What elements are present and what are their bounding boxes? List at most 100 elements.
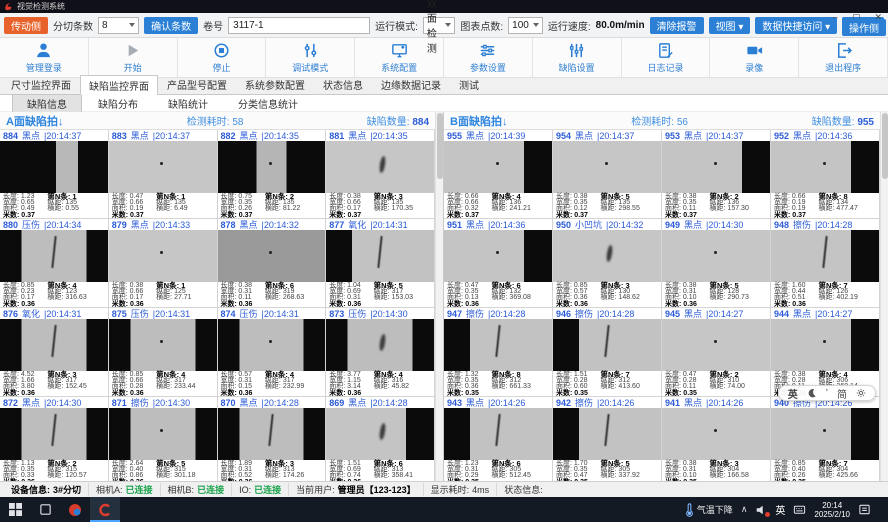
defect-image[interactable] xyxy=(553,141,661,193)
subtab-defect-info[interactable]: 缺陷信息 xyxy=(12,94,82,113)
defect-image[interactable] xyxy=(771,141,879,193)
defect-image[interactable] xyxy=(662,141,770,193)
defect-image[interactable] xyxy=(326,408,434,460)
defect-cell[interactable]: 950 小凹坑 |20:14:32 长度: 0.85 宽度: 0.57 面积: … xyxy=(553,219,662,308)
record-video-button[interactable]: 录像 xyxy=(710,38,799,77)
defect-cell[interactable]: 945 黑点 |20:14:27 长度: 0.47 宽度: 0.28 面积: 0… xyxy=(662,308,771,397)
defect-cell[interactable]: 877 氧化 |20:14:31 长度: 1.04 宽度: 0.69 面积: 0… xyxy=(326,219,435,308)
defect-cell[interactable]: 876 氧化 |20:14:31 长度: 4.52 宽度: 1.66 面积: 3… xyxy=(0,308,109,397)
roll-number-input[interactable] xyxy=(228,17,370,34)
defect-image[interactable] xyxy=(553,230,661,282)
exit-program-button[interactable]: 退出程序 xyxy=(799,38,888,77)
tray-expand-button[interactable]: ∧ xyxy=(741,504,748,515)
defect-cell[interactable]: 946 擦伤 |20:14:28 长度: 1.51 宽度: 0.28 面积: 0… xyxy=(553,308,662,397)
drive-side-button[interactable]: 传动侧 xyxy=(4,17,48,34)
subtab-class-info-stats[interactable]: 分类信息统计 xyxy=(224,95,312,112)
defect-cell[interactable]: 949 黑点 |20:14:30 长度: 0.38 宽度: 0.31 面积: 0… xyxy=(662,219,771,308)
chart-points-select[interactable]: 100 xyxy=(508,17,543,34)
log-record-button[interactable]: 日志记录 xyxy=(622,38,711,77)
defect-cell[interactable]: 952 黑点 |20:14:36 长度: 0.66 宽度: 0.19 面积: 0… xyxy=(771,130,880,219)
tab-edge-data-record[interactable]: 边缘数据记录 xyxy=(372,74,450,94)
defect-cell[interactable]: 944 黑点 |20:14:27 长度: 0.38 宽度: 0.28 面积: 0… xyxy=(771,308,880,397)
defect-image[interactable] xyxy=(218,230,326,282)
defect-image[interactable] xyxy=(771,408,879,460)
defect-image[interactable] xyxy=(553,319,661,371)
defect-cell[interactable]: 940 擦伤 |20:14:26 长度: 0.85 宽度: 0.40 面积: 0… xyxy=(771,397,880,481)
data-quick-access-button[interactable]: 数据快捷访问 ▾ xyxy=(755,17,837,34)
weather-widget[interactable]: 气温下降 xyxy=(684,503,733,517)
defect-cell[interactable]: 872 黑点 |20:14:30 长度: 1.13 宽度: 0.35 面积: 0… xyxy=(0,397,109,481)
scrollbar-thumb[interactable] xyxy=(882,113,888,179)
defect-cell[interactable]: 875 压伤 |20:14:31 长度: 0.85 宽度: 0.66 面积: 0… xyxy=(109,308,218,397)
defect-cell[interactable]: 955 黑点 |20:14:39 长度: 0.66 宽度: 0.66 面积: 0… xyxy=(444,130,553,219)
tab-test[interactable]: 测试 xyxy=(450,74,488,94)
start-menu-button[interactable] xyxy=(0,497,30,522)
taskbar-app-browser[interactable] xyxy=(60,497,90,522)
defect-settings-button[interactable]: 缺陷设置 xyxy=(533,38,622,77)
defect-image[interactable] xyxy=(0,230,108,282)
ime-english-button[interactable]: 英 xyxy=(788,386,798,401)
volume-button[interactable] xyxy=(755,504,767,516)
defect-cell[interactable]: 874 压伤 |20:14:31 长度: 0.57 宽度: 0.31 面积: 0… xyxy=(218,308,327,397)
defect-cell[interactable]: 873 压伤 |20:14:30 长度: 3.77 宽度: 1.15 面积: 3… xyxy=(326,308,435,397)
defect-image[interactable] xyxy=(109,230,217,282)
panel-a-scrollbar[interactable] xyxy=(435,112,443,481)
defect-image[interactable] xyxy=(444,319,552,371)
tab-defect-monitor[interactable]: 缺陷监控界面 xyxy=(80,75,158,95)
defect-cell[interactable]: 948 擦伤 |20:14:28 长度: 1.60 宽度: 0.44 面积: 0… xyxy=(771,219,880,308)
action-center-button[interactable] xyxy=(858,503,871,516)
defect-cell[interactable]: 878 黑点 |20:14:32 长度: 0.38 宽度: 0.31 面积: 0… xyxy=(218,219,327,308)
defect-cell[interactable]: 941 黑点 |20:14:26 长度: 0.38 宽度: 0.31 面积: 0… xyxy=(662,397,771,481)
defect-cell[interactable]: 870 黑点 |20:14:28 长度: 1.89 宽度: 0.31 面积: 0… xyxy=(218,397,327,481)
defect-image[interactable] xyxy=(0,408,108,460)
defect-image[interactable] xyxy=(218,319,326,371)
defect-image[interactable] xyxy=(326,141,434,193)
debug-mode-button[interactable]: 调试模式 xyxy=(266,38,355,77)
subtab-defect-stats[interactable]: 缺陷统计 xyxy=(154,95,222,112)
defect-image[interactable] xyxy=(0,141,108,193)
defect-cell[interactable]: 881 黑点 |20:14:35 长度: 0.38 宽度: 0.66 面积: 0… xyxy=(326,130,435,219)
ime-language-button[interactable]: 英 xyxy=(775,502,785,517)
task-view-button[interactable] xyxy=(30,497,60,522)
tab-system-params-config[interactable]: 系统参数配置 xyxy=(236,74,314,94)
defect-cell[interactable]: 953 黑点 |20:14:37 长度: 0.38 宽度: 0.35 面积: 0… xyxy=(662,130,771,219)
defect-cell[interactable]: 869 黑点 |20:14:28 长度: 1.51 宽度: 0.69 面积: 0… xyxy=(326,397,435,481)
defect-image[interactable] xyxy=(0,319,108,371)
tab-status-info[interactable]: 状态信息 xyxy=(314,74,372,94)
defect-image[interactable] xyxy=(218,141,326,193)
taskbar-clock[interactable]: 20:14 2025/2/10 xyxy=(814,501,850,519)
defect-image[interactable] xyxy=(771,230,879,282)
taskbar-app-vision-system[interactable] xyxy=(90,497,120,522)
stop-button[interactable]: 停止 xyxy=(178,38,267,77)
gear-icon[interactable] xyxy=(856,388,866,398)
defect-image[interactable] xyxy=(444,230,552,282)
defect-cell[interactable]: 947 擦伤 |20:14:28 长度: 1.32 宽度: 0.35 面积: 0… xyxy=(444,308,553,397)
ime-keyboard-button[interactable] xyxy=(793,503,806,516)
run-mode-select[interactable]: 双面检测 xyxy=(423,17,455,34)
defect-cell[interactable]: 880 压伤 |20:14:34 长度: 0.85 宽度: 0.23 面积: 0… xyxy=(0,219,109,308)
defect-image[interactable] xyxy=(326,230,434,282)
defect-cell[interactable]: 883 黑点 |20:14:37 长度: 0.47 宽度: 0.66 面积: 0… xyxy=(109,130,218,219)
panel-b-scrollbar[interactable] xyxy=(880,112,888,481)
param-settings-button[interactable]: 参数设置 xyxy=(444,38,533,77)
ime-simplified-button[interactable]: 简 xyxy=(837,386,847,401)
view-menu-button[interactable]: 视图 ▾ xyxy=(709,17,751,34)
operate-side-button[interactable]: 操作侧 xyxy=(842,19,886,36)
moon-icon[interactable] xyxy=(807,388,817,398)
confirm-strips-button[interactable]: 确认条数 xyxy=(144,17,198,34)
defect-cell[interactable]: 871 擦伤 |20:14:30 长度: 2.64 宽度: 0.40 面积: 0… xyxy=(109,397,218,481)
clear-alarm-button[interactable]: 清除报警 xyxy=(650,17,704,34)
minimize-button[interactable]: – xyxy=(833,12,838,22)
defect-image[interactable] xyxy=(662,408,770,460)
defect-image[interactable] xyxy=(109,141,217,193)
defect-cell[interactable]: 951 黑点 |20:14:36 长度: 0.47 宽度: 0.35 面积: 0… xyxy=(444,219,553,308)
tab-size-monitor[interactable]: 尺寸监控界面 xyxy=(2,74,80,94)
defect-cell[interactable]: 942 擦伤 |20:14:26 长度: 1.70 宽度: 0.35 面积: 0… xyxy=(553,397,662,481)
defect-image[interactable] xyxy=(444,408,552,460)
defect-cell[interactable]: 882 黑点 |20:14:35 长度: 0.75 宽度: 0.35 面积: 0… xyxy=(218,130,327,219)
login-button[interactable]: 管理登录 xyxy=(0,38,89,77)
defect-image[interactable] xyxy=(662,230,770,282)
defect-image[interactable] xyxy=(326,319,434,371)
tab-product-model-config[interactable]: 产品型号配置 xyxy=(158,74,236,94)
defect-cell[interactable]: 884 黑点 |20:14:37 长度: 1.23 宽度: 0.65 面积: 0… xyxy=(0,130,109,219)
